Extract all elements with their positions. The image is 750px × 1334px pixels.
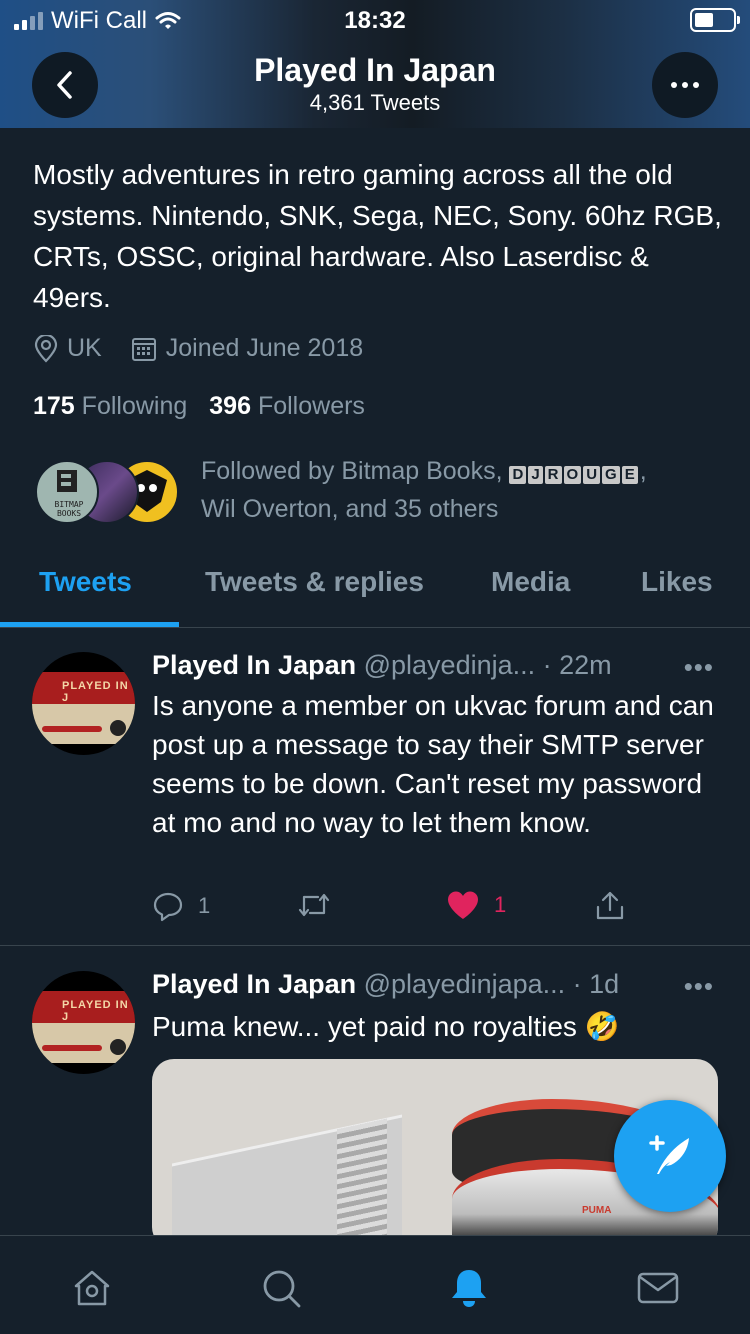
location: UK: [33, 334, 102, 363]
join-date-text: Joined June 2018: [165, 334, 364, 362]
more-icon: [671, 82, 699, 88]
reply-icon: [153, 892, 183, 922]
tweet-header: Played In Japan @playedinja... · 22m: [152, 650, 612, 681]
reply-button[interactable]: 1: [152, 890, 210, 922]
home-icon[interactable]: [70, 1266, 114, 1310]
location-text: UK: [67, 334, 102, 362]
battery-icon: [690, 8, 740, 32]
sneaker-brand-logo: PUMA: [582, 1205, 612, 1216]
tweet-more-icon[interactable]: •••: [684, 652, 714, 683]
tweet-time[interactable]: · 1d: [573, 969, 620, 999]
followers-count: 396: [209, 392, 251, 420]
compose-tweet-button[interactable]: [614, 1100, 726, 1212]
tab-tweets-and-replies[interactable]: Tweets & replies: [205, 566, 424, 598]
calendar-icon: [131, 337, 156, 361]
followed-by-prefix: Followed by Bitmap Books,: [201, 457, 503, 485]
bitmap-books-logo-text: BITMAP BOOKS: [54, 500, 84, 518]
followed-by-suffix: Wil Overton, and 35 others: [201, 495, 499, 523]
djrouge-tags: DJROUGE,: [509, 457, 647, 485]
tag-letter: R: [544, 466, 562, 484]
page-title: Played In Japan: [254, 52, 496, 88]
notifications-bell-icon[interactable]: [447, 1266, 491, 1310]
tweet-author[interactable]: Played In Japan: [152, 650, 356, 680]
search-icon[interactable]: [259, 1266, 303, 1310]
avatar[interactable]: PLAYED IN J: [32, 971, 135, 1074]
tweet-count: 4,361 Tweets: [309, 90, 441, 115]
tag-letter: D: [509, 466, 527, 484]
follow-counts: 175 Following 396 Followers: [33, 392, 365, 421]
profile-bio: Mostly adventures in retro gaming across…: [33, 159, 722, 313]
tweet-author[interactable]: Played In Japan: [152, 969, 356, 999]
tweet-text: Is anyone a member on ukvac forum and ca…: [152, 690, 714, 838]
tab-tweets[interactable]: Tweets: [39, 566, 132, 598]
location-pin-icon: [34, 334, 58, 363]
messages-envelope-icon[interactable]: [636, 1266, 680, 1310]
bottom-nav: [0, 1235, 750, 1334]
followers-link[interactable]: 396 Followers: [209, 392, 365, 421]
following-count: 175: [33, 392, 75, 420]
tweet-text: Puma knew... yet paid no royalties 🤣: [152, 1011, 620, 1042]
tweet-handle[interactable]: @playedinjapa...: [364, 969, 566, 999]
avatar-logo-text: PLAYED IN J: [62, 999, 129, 1023]
tag-letter: E: [621, 466, 638, 484]
tag-letter: U: [583, 466, 601, 484]
tweet-handle[interactable]: @playedinja...: [364, 650, 536, 680]
active-tab-indicator: [0, 622, 179, 627]
profile-header: WiFi Call 18:32 Played In Japan 4,361 Tw…: [0, 0, 750, 128]
heart-icon: [448, 891, 478, 919]
join-date: Joined June 2018: [130, 334, 363, 363]
status-time: 18:32: [344, 7, 406, 34]
profile-meta: UK Joined June 2018: [33, 334, 363, 363]
tag-letter: G: [602, 466, 620, 484]
tweet-more-icon[interactable]: •••: [684, 971, 714, 1002]
tweet-time[interactable]: · 22m: [543, 650, 612, 680]
reply-count: 1: [198, 893, 211, 918]
tab-likes[interactable]: Likes: [641, 566, 713, 598]
followers-you-know-avatars[interactable]: BITMAP BOOKS: [35, 460, 185, 526]
status-bar: WiFi Call 18:32: [0, 0, 750, 40]
tweet-actions: 1 1: [152, 890, 652, 930]
like-count: 1: [494, 892, 507, 917]
compose-tweet-icon: [649, 1135, 689, 1174]
share-icon: [596, 891, 624, 920]
retweet-button[interactable]: [296, 890, 332, 920]
more-options-button[interactable]: [652, 52, 718, 118]
avatar[interactable]: PLAYED IN J: [32, 652, 135, 755]
profile-tabs: Tweets Tweets & replies Media Likes: [0, 560, 750, 628]
following-label: Following: [81, 392, 188, 420]
tweet-header: Played In Japan @playedinjapa... · 1d: [152, 969, 619, 1000]
nes-vent-shape: [337, 1118, 387, 1235]
followers-label: Followers: [257, 392, 365, 420]
avatar-bitmap-books: BITMAP BOOKS: [35, 460, 99, 524]
avatar-logo-text: PLAYED IN J: [62, 680, 129, 704]
followed-by-text[interactable]: Followed by Bitmap Books, DJROUGE, Wil O…: [201, 452, 721, 528]
retweet-icon: [298, 893, 330, 917]
tag-letter: O: [563, 466, 582, 484]
tweet[interactable]: PLAYED IN J Played In Japan @playedinja.…: [0, 628, 750, 946]
like-button[interactable]: 1: [446, 890, 506, 920]
following-link[interactable]: 175 Following: [33, 392, 187, 421]
tag-letter: J: [528, 466, 543, 484]
share-button[interactable]: [594, 890, 626, 922]
tab-media[interactable]: Media: [491, 566, 570, 598]
